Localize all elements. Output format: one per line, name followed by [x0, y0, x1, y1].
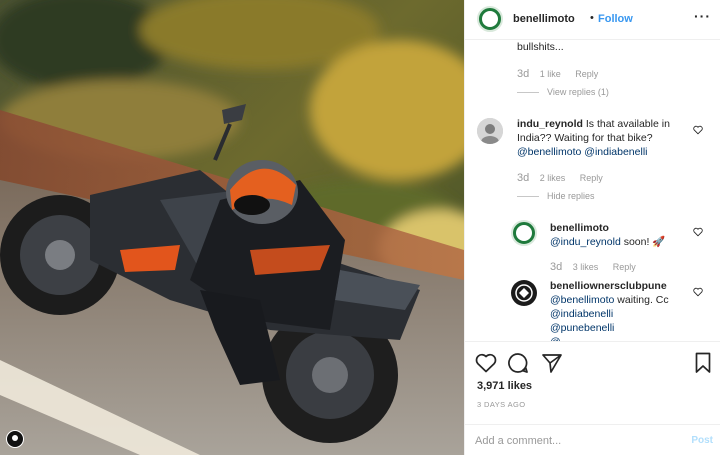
reply-age: 3d	[550, 261, 563, 273]
add-comment-bar: Post	[465, 424, 720, 455]
reply-avatar[interactable]	[511, 280, 537, 306]
comment-age: 3d	[517, 172, 530, 184]
rocket-emoji-icon: 🚀	[652, 236, 666, 248]
mention-link[interactable]: @benellimoto	[517, 146, 581, 158]
mention-link[interactable]: @benellimoto	[550, 294, 614, 306]
comment-age: 3d	[517, 68, 530, 80]
comment-username[interactable]: indu_reynold	[517, 118, 583, 130]
bookmark-icon[interactable]	[695, 352, 711, 374]
post-comment-button[interactable]: Post	[691, 435, 713, 446]
reply-button[interactable]: Reply	[575, 69, 598, 79]
reply-body: benelliownersclubpune @benellimoto waiti…	[550, 279, 700, 341]
comment-likes[interactable]: 2 likes	[540, 173, 566, 183]
more-options-icon[interactable]: ···	[694, 8, 711, 24]
comment-meta: 3d 2 likes Reply	[517, 172, 603, 184]
share-icon[interactable]	[541, 353, 563, 373]
comments-list[interactable]: bullshits... 3d 1 like Reply View replie…	[465, 41, 720, 341]
like-count[interactable]: 3,971 likes	[477, 380, 532, 392]
reply-username[interactable]: benelliownersclubpune	[550, 280, 667, 292]
post-header: benellimoto • Follow ···	[465, 0, 720, 40]
replies-divider	[517, 92, 539, 94]
like-comment-icon[interactable]	[693, 227, 703, 237]
post-timestamp[interactable]: 3 DAYS AGO	[477, 400, 525, 409]
tagged-user-icon[interactable]	[6, 430, 24, 448]
heart-icon[interactable]	[475, 353, 497, 373]
reply-avatar[interactable]	[511, 220, 537, 246]
post-photo[interactable]	[0, 0, 464, 455]
view-replies-label[interactable]: View replies (1)	[547, 87, 609, 97]
comment-line-1: Is that available in	[585, 118, 670, 130]
view-replies[interactable]: View replies (1)	[517, 87, 609, 97]
reply-text: waiting. Cc	[614, 294, 669, 306]
club-logo-icon	[512, 281, 536, 305]
add-comment-input[interactable]	[475, 432, 675, 450]
commenter-avatar[interactable]	[477, 118, 503, 144]
like-comment-icon[interactable]	[693, 287, 703, 297]
hide-replies[interactable]: Hide replies	[517, 191, 595, 201]
mention-link[interactable]: @indiabenelli	[584, 146, 647, 158]
brand-logo-icon	[516, 225, 532, 241]
comment-text-partial: bullshits...	[517, 41, 564, 53]
hide-replies-label[interactable]: Hide replies	[547, 191, 595, 201]
reply-text: soon!	[620, 236, 650, 248]
reply-button[interactable]: Reply	[613, 262, 636, 272]
comment-line-2: India?? Waiting for that bike?	[517, 132, 653, 144]
mention-link[interactable]: @punebenelli	[550, 322, 614, 334]
post-sidebar: benellimoto • Follow ··· bullshits... 3d…	[464, 0, 720, 455]
brand-logo-icon	[482, 11, 498, 27]
reply-body: benellimoto @indu_reynold soon! 🚀	[550, 221, 700, 249]
reply-button[interactable]: Reply	[580, 173, 603, 183]
reply-likes[interactable]: 3 likes	[573, 262, 599, 272]
like-comment-icon[interactable]	[693, 125, 703, 135]
comment-body: indu_reynold Is that available in India?…	[517, 117, 697, 159]
separator-dot: •	[590, 12, 594, 24]
follow-button[interactable]: Follow	[598, 13, 633, 25]
replies-divider	[517, 196, 539, 198]
comment-meta: 3d 1 like Reply	[517, 68, 598, 80]
mention-link[interactable]: @indiabenelli	[550, 308, 613, 320]
account-avatar[interactable]	[477, 6, 503, 32]
comment-likes[interactable]: 1 like	[540, 69, 561, 79]
account-username[interactable]: benellimoto	[513, 13, 575, 25]
reply-meta: 3d 3 likes Reply	[550, 261, 636, 273]
reply-username[interactable]: benellimoto	[550, 222, 609, 234]
comment-icon[interactable]	[507, 352, 529, 374]
motorcycle-photo	[0, 0, 464, 455]
user-photo-icon	[477, 118, 503, 144]
post-actions: 3,971 likes 3 DAYS AGO Post	[465, 341, 720, 455]
mention-link[interactable]: @indu_reynold	[550, 236, 621, 248]
